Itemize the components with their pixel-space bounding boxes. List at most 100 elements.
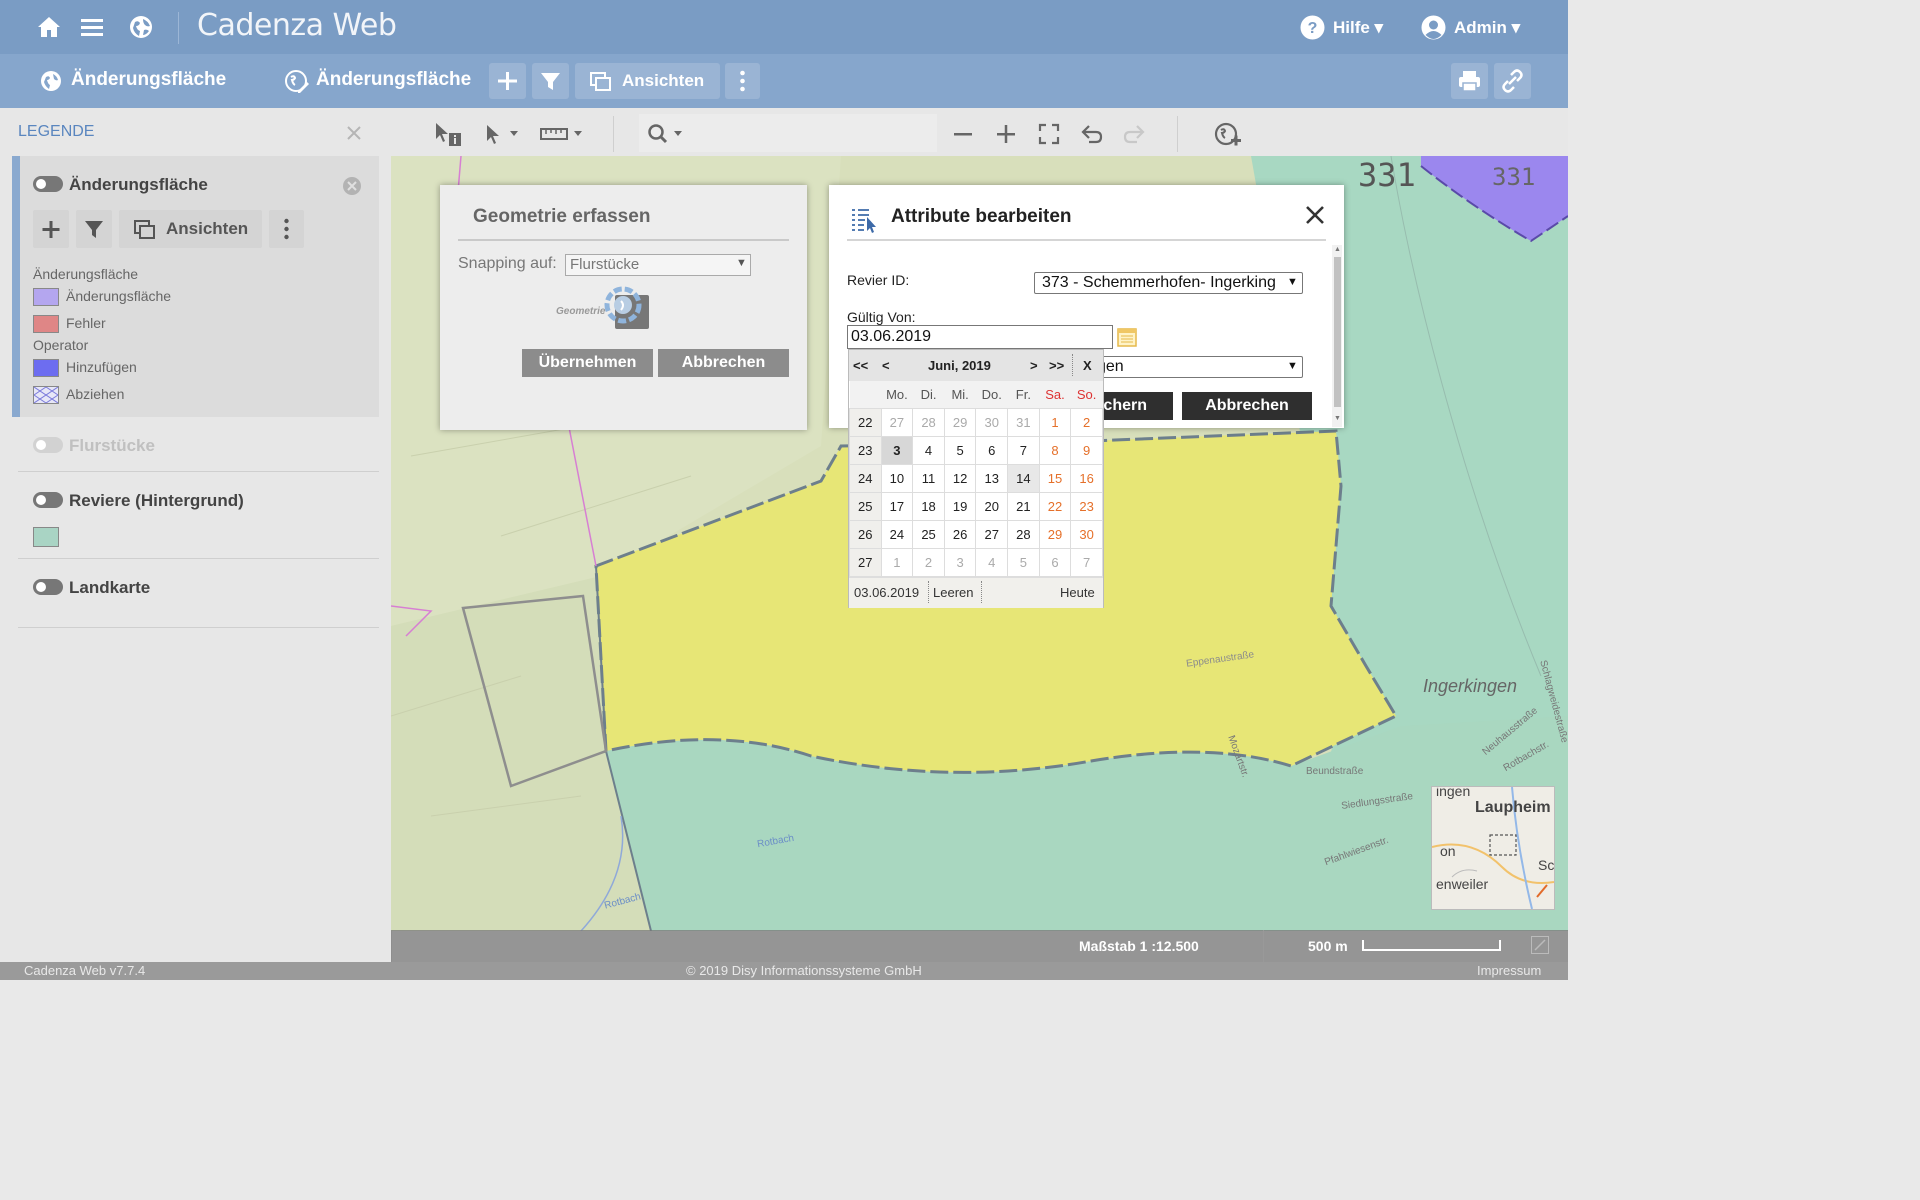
calendar-day[interactable]: 5 <box>1007 548 1040 577</box>
remove-layer-icon[interactable] <box>342 176 362 196</box>
more-button[interactable] <box>725 63 760 99</box>
calendar-day[interactable]: 1 <box>880 548 914 577</box>
calendar-day[interactable]: 1 <box>1038 408 1072 437</box>
scrollbar[interactable]: ▲ ▼ <box>1332 245 1342 427</box>
redo-icon[interactable] <box>1122 122 1146 146</box>
select-tool-icon[interactable] <box>484 123 520 145</box>
layer-toggle[interactable] <box>33 579 63 595</box>
calendar-day[interactable]: 4 <box>912 436 945 465</box>
calendar-day[interactable]: 12 <box>943 464 977 493</box>
measure-tool-icon[interactable] <box>539 123 585 145</box>
calendar-day[interactable]: 26 <box>943 520 977 549</box>
calendar-day[interactable]: 29 <box>943 408 977 437</box>
next-month-button[interactable]: > <box>1030 358 1038 373</box>
calendar-day[interactable]: 7 <box>1007 436 1040 465</box>
calendar-day[interactable]: 2 <box>912 548 945 577</box>
scroll-up-icon[interactable]: ▲ <box>1334 246 1341 253</box>
calendar-day[interactable]: 19 <box>943 492 977 521</box>
legend-views-button[interactable]: Ansichten <box>119 210 262 248</box>
legend-filter-button[interactable] <box>76 210 112 248</box>
calendar-day[interactable]: 30 <box>975 408 1009 437</box>
calendar-day-selected[interactable]: 3 <box>880 436 914 465</box>
calendar-day[interactable]: 28 <box>1007 520 1040 549</box>
zoom-in-icon[interactable] <box>995 123 1017 145</box>
calendar-day[interactable]: 10 <box>880 464 914 493</box>
map-search-field[interactable] <box>639 114 937 152</box>
calendar-day[interactable]: 22 <box>1038 492 1072 521</box>
next-year-button[interactable]: >> <box>1049 358 1064 373</box>
legend-add-button[interactable] <box>33 210 69 248</box>
add-location-icon[interactable] <box>1214 121 1242 149</box>
snapping-select[interactable]: Flurstücke ▼ <box>565 254 751 276</box>
calendar-day[interactable]: 17 <box>880 492 914 521</box>
print-button[interactable] <box>1451 63 1488 99</box>
home-icon[interactable] <box>36 14 62 40</box>
views-button[interactable]: Ansichten <box>575 63 720 99</box>
calendar-day[interactable]: 11 <box>912 464 945 493</box>
calendar-day[interactable]: 27 <box>975 520 1009 549</box>
layer-toggle[interactable] <box>33 176 63 192</box>
help-menu[interactable]: Hilfe ▾ <box>1333 18 1383 38</box>
calendar-day[interactable]: 15 <box>1038 464 1072 493</box>
calendar-day[interactable]: 20 <box>975 492 1009 521</box>
calendar-day[interactable]: 29 <box>1038 520 1072 549</box>
scroll-down-icon[interactable]: ▼ <box>1334 415 1341 422</box>
admin-menu[interactable]: Admin ▾ <box>1454 18 1520 38</box>
cancel-button[interactable]: Abbrechen <box>1182 392 1312 420</box>
zoom-out-icon[interactable] <box>952 123 974 145</box>
calendar-day[interactable]: 16 <box>1070 464 1103 493</box>
legend-close-icon[interactable] <box>345 124 363 142</box>
layer-left-title[interactable]: Änderungsfläche <box>71 69 226 91</box>
calendar-day[interactable]: 4 <box>975 548 1009 577</box>
impressum-link[interactable]: Impressum <box>1477 963 1541 978</box>
calendar-day[interactable]: 21 <box>1007 492 1040 521</box>
user-icon[interactable] <box>1421 15 1446 40</box>
calendar-day[interactable]: 6 <box>1038 548 1072 577</box>
help-icon[interactable]: ? <box>1300 15 1325 40</box>
valid-from-input[interactable]: 03.06.2019 <box>847 325 1113 349</box>
filter-button[interactable] <box>532 63 569 99</box>
calendar-day[interactable]: 8 <box>1038 436 1072 465</box>
scrollbar-thumb[interactable] <box>1334 257 1341 407</box>
clear-date-button[interactable]: Leeren <box>933 585 973 600</box>
calendar-day[interactable]: 30 <box>1070 520 1103 549</box>
close-icon[interactable] <box>1304 204 1326 226</box>
calendar-day[interactable]: 31 <box>1007 408 1040 437</box>
calendar-day[interactable]: 3 <box>943 548 977 577</box>
calendar-day[interactable]: 5 <box>943 436 977 465</box>
calendar-day[interactable]: 24 <box>880 520 914 549</box>
full-extent-icon[interactable] <box>1038 123 1060 145</box>
calendar-day[interactable]: 6 <box>975 436 1009 465</box>
calendar-day[interactable]: 9 <box>1070 436 1103 465</box>
calendar-day[interactable]: 25 <box>912 520 945 549</box>
calendar-day[interactable]: 13 <box>975 464 1009 493</box>
prev-month-button[interactable]: < <box>882 358 890 373</box>
save-button[interactable]: chern <box>1097 392 1173 420</box>
today-button[interactable]: Heute <box>1060 585 1095 600</box>
layer-toggle[interactable] <box>33 437 63 453</box>
calendar-close-button[interactable]: X <box>1083 358 1092 373</box>
prev-year-button[interactable]: << <box>853 358 868 373</box>
link-button[interactable] <box>1494 63 1531 99</box>
calendar-day[interactable]: 7 <box>1070 548 1103 577</box>
layer-toggle[interactable] <box>33 492 63 508</box>
overview-map[interactable]: Laupheim on Sc enweiler ingen <box>1431 786 1555 910</box>
cancel-button[interactable]: Abbrechen <box>658 349 789 377</box>
menu-icon[interactable] <box>80 16 104 38</box>
calendar-day[interactable]: 2 <box>1070 408 1103 437</box>
calendar-day[interactable]: 27 <box>880 408 914 437</box>
calendar-day[interactable]: 23 <box>1070 492 1103 521</box>
revier-select[interactable]: 373 - Schemmerhofen- Ingerking ▼ <box>1034 272 1303 294</box>
overview-toggle-icon[interactable] <box>1531 936 1549 954</box>
calendar-day-today[interactable]: 14 <box>1007 464 1040 493</box>
apply-button[interactable]: Übernehmen <box>522 349 653 377</box>
calendar-day[interactable]: 18 <box>912 492 945 521</box>
legend-more-button[interactable] <box>269 210 304 248</box>
add-button[interactable] <box>489 63 526 99</box>
layer-right-title[interactable]: Änderungsfläche <box>316 69 471 91</box>
undo-icon[interactable] <box>1080 122 1104 146</box>
calendar-day[interactable]: 28 <box>912 408 945 437</box>
info-select-icon[interactable] <box>433 121 463 147</box>
calendar-icon[interactable] <box>1117 327 1137 347</box>
globe-icon[interactable] <box>128 14 154 40</box>
